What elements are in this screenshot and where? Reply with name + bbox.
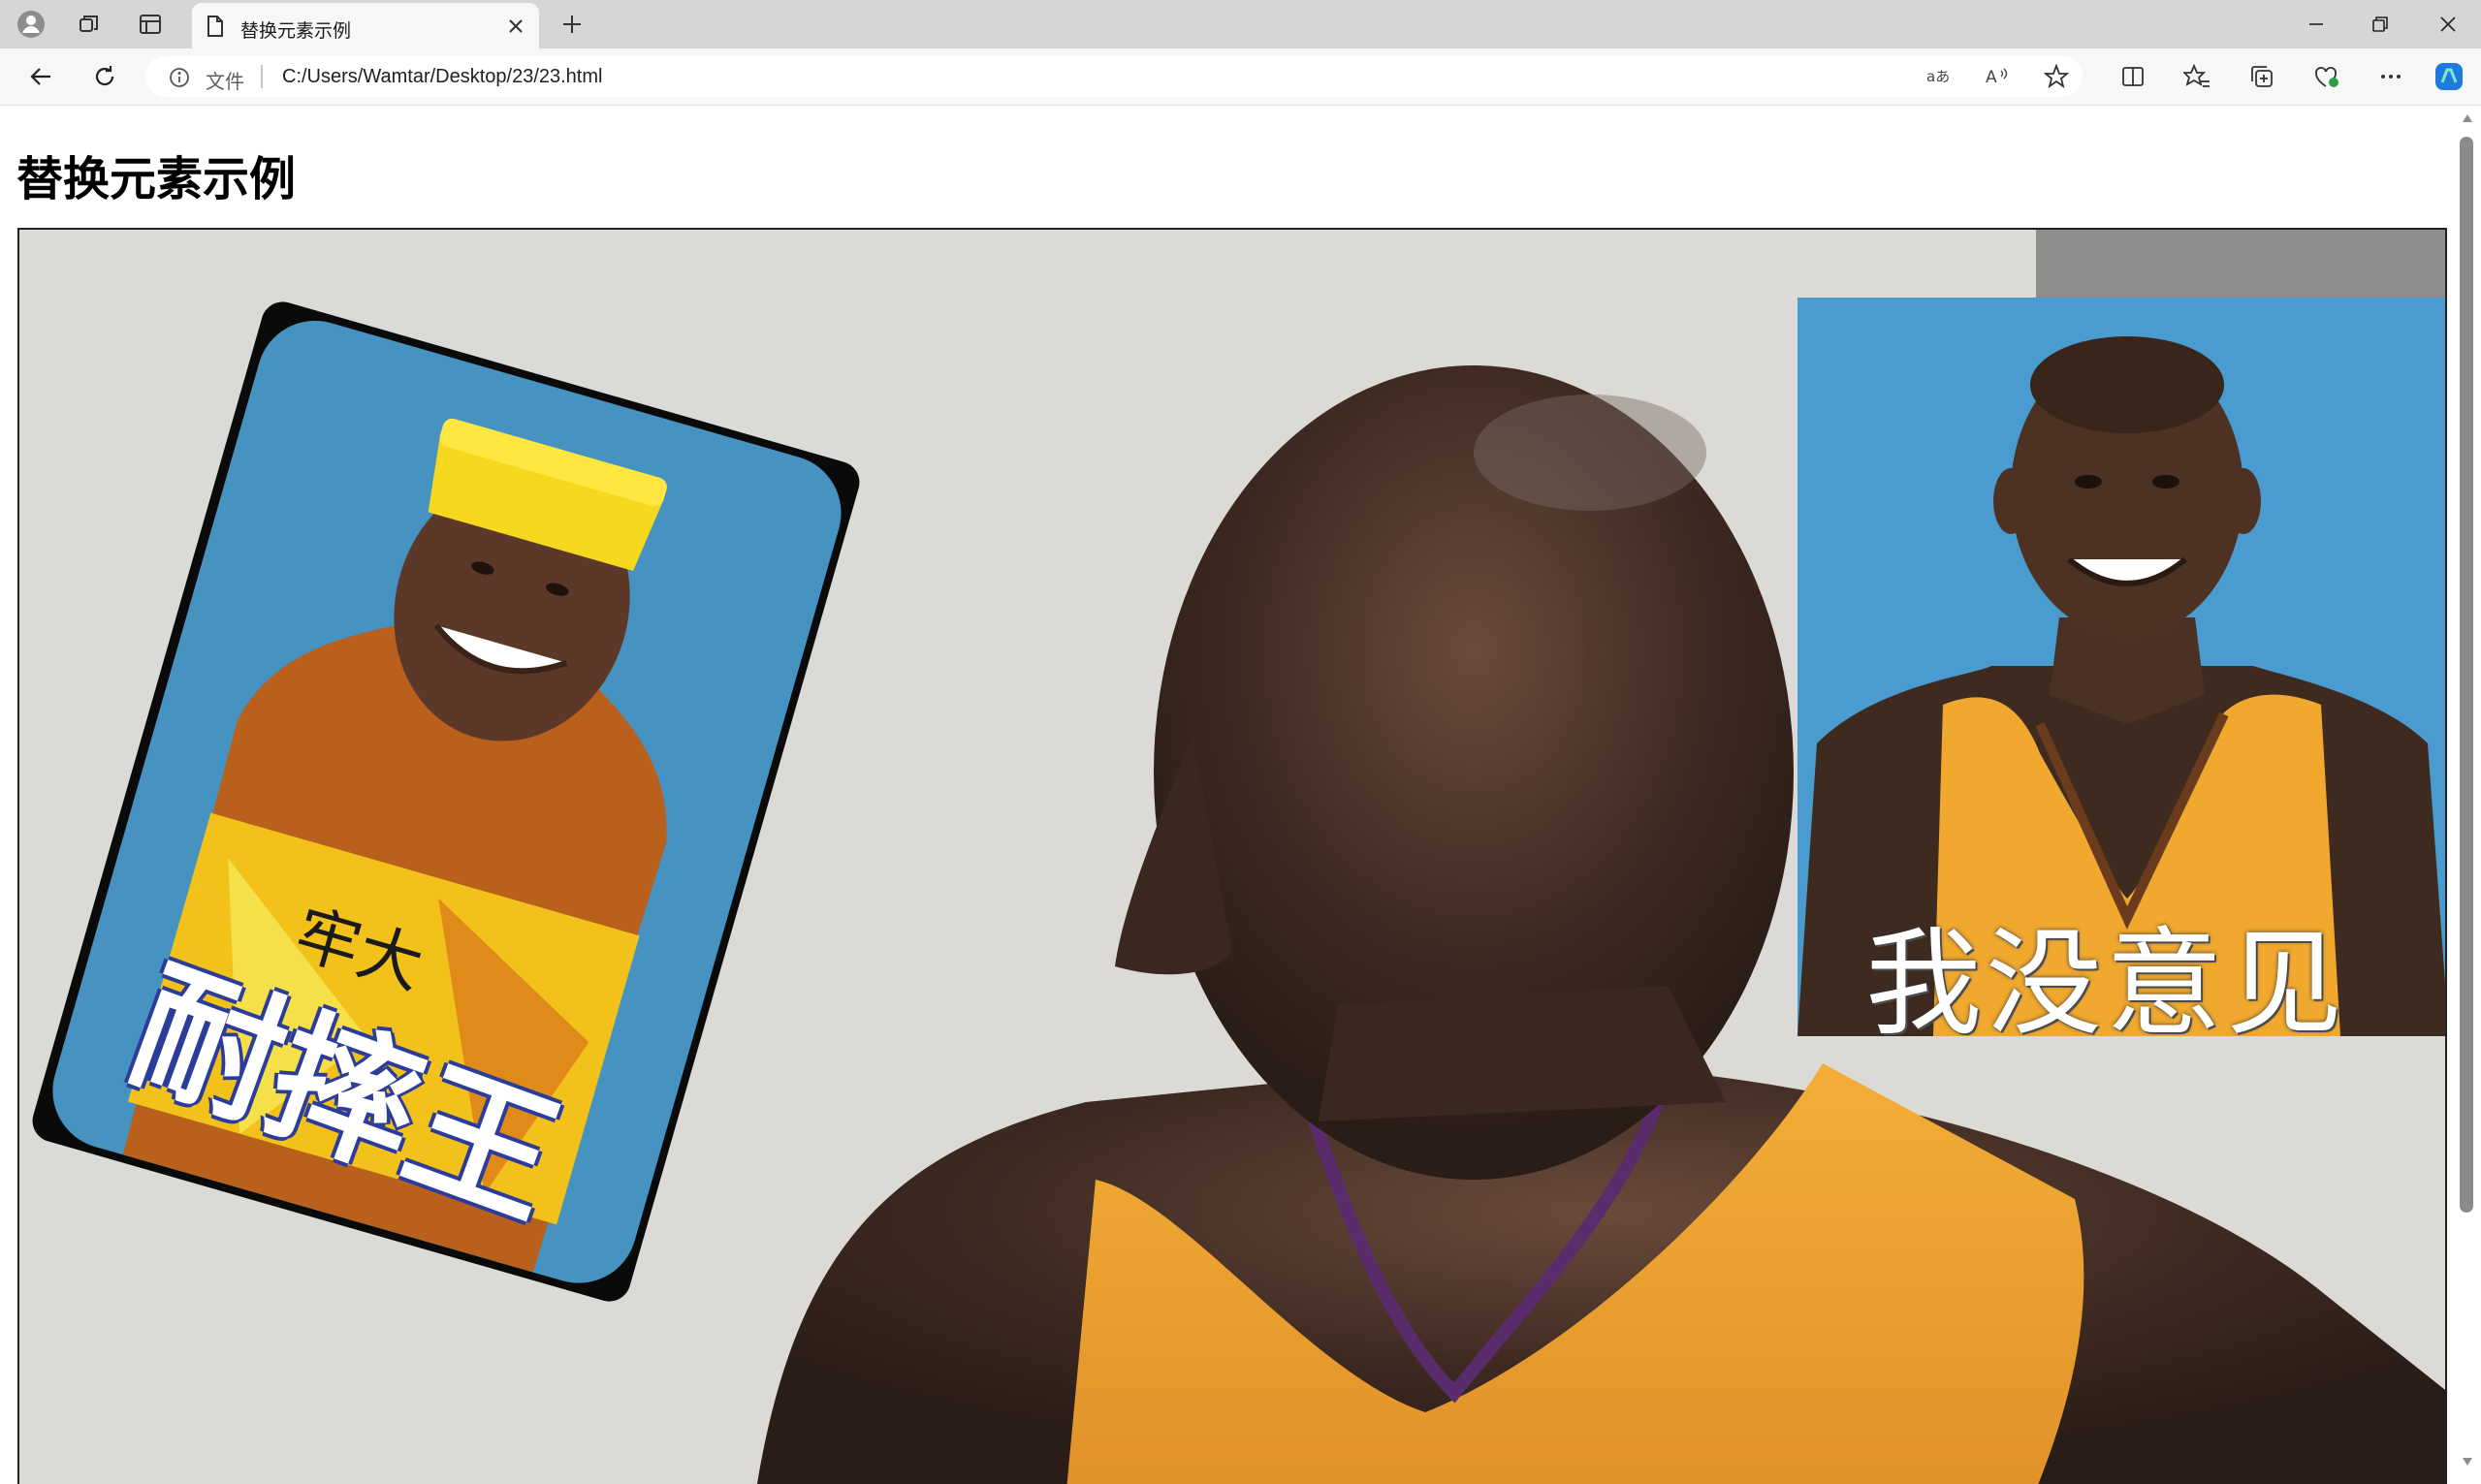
page-title: 替换元素示例 (16, 154, 297, 205)
address-url[interactable]: C:/Users/Wamtar/Desktop/23/23.html (282, 66, 602, 88)
browser-toolbar: 文件 C:/Users/Wamtar/Desktop/23/23.html aあ… (0, 48, 2481, 106)
address-divider (261, 65, 263, 88)
page-viewport: 替换元素示例 牢大 耐摔王 我没意见 (0, 106, 2453, 1484)
scrollbar-thumb[interactable] (2460, 137, 2473, 1213)
more-options-icon[interactable] (2371, 58, 2410, 95)
back-arrow-icon[interactable] (21, 58, 60, 95)
scroll-up-arrow-icon[interactable] (2461, 111, 2474, 125)
close-window-icon[interactable] (2416, 0, 2480, 48)
page-icon (206, 15, 225, 43)
svg-text:aあ: aあ (1926, 68, 1950, 85)
collections-icon[interactable] (2242, 58, 2281, 95)
copilot-icon[interactable] (2430, 58, 2468, 95)
file-label: 文件 (206, 72, 244, 93)
read-aloud-icon[interactable]: A (1986, 64, 2011, 89)
title-bar: 替换元素示例 (0, 0, 2481, 48)
translate-icon[interactable]: aあ (1926, 64, 1952, 89)
close-tab-icon[interactable] (502, 13, 529, 40)
meme-caption: 我没意见 (1865, 917, 2346, 1036)
browser-essentials-icon[interactable] (2307, 58, 2346, 95)
favorite-star-icon[interactable] (2044, 64, 2069, 89)
restore-icon[interactable] (2348, 0, 2412, 48)
scroll-down-arrow-icon[interactable] (2461, 1455, 2474, 1468)
vertical-scrollbar[interactable] (2453, 106, 2481, 1484)
no-objection-meme-image: 我没意见 (1797, 298, 2445, 1036)
vertical-tabs-icon[interactable] (129, 6, 172, 43)
info-icon[interactable] (169, 67, 190, 93)
address-bar[interactable]: 文件 C:/Users/Wamtar/Desktop/23/23.html aあ… (145, 56, 2083, 97)
minimize-icon[interactable] (2284, 0, 2348, 48)
tab-title: 替换元素示例 (240, 21, 352, 42)
workspaces-icon[interactable] (68, 6, 111, 43)
svg-text:A: A (1986, 68, 1997, 87)
replaced-element-background-image: 牢大 耐摔王 我没意见 (17, 228, 2447, 1484)
split-screen-icon[interactable] (2114, 58, 2152, 95)
tab-active[interactable]: 替换元素示例 (192, 3, 539, 48)
new-tab-button[interactable] (553, 6, 591, 43)
favorites-icon[interactable] (2178, 58, 2216, 95)
profile-icon[interactable] (10, 6, 52, 43)
refresh-icon[interactable] (85, 58, 124, 95)
